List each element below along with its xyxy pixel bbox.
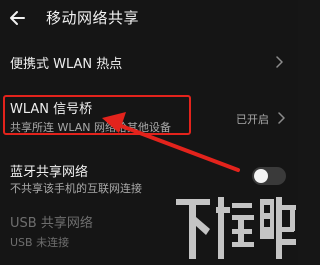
phone-screen: 移动网络共享 便携式 WLAN 热点 WLAN 信号桥 共享所连 WLAN 网络… (0, 0, 298, 265)
xiazai-logo-watermark (176, 197, 296, 259)
